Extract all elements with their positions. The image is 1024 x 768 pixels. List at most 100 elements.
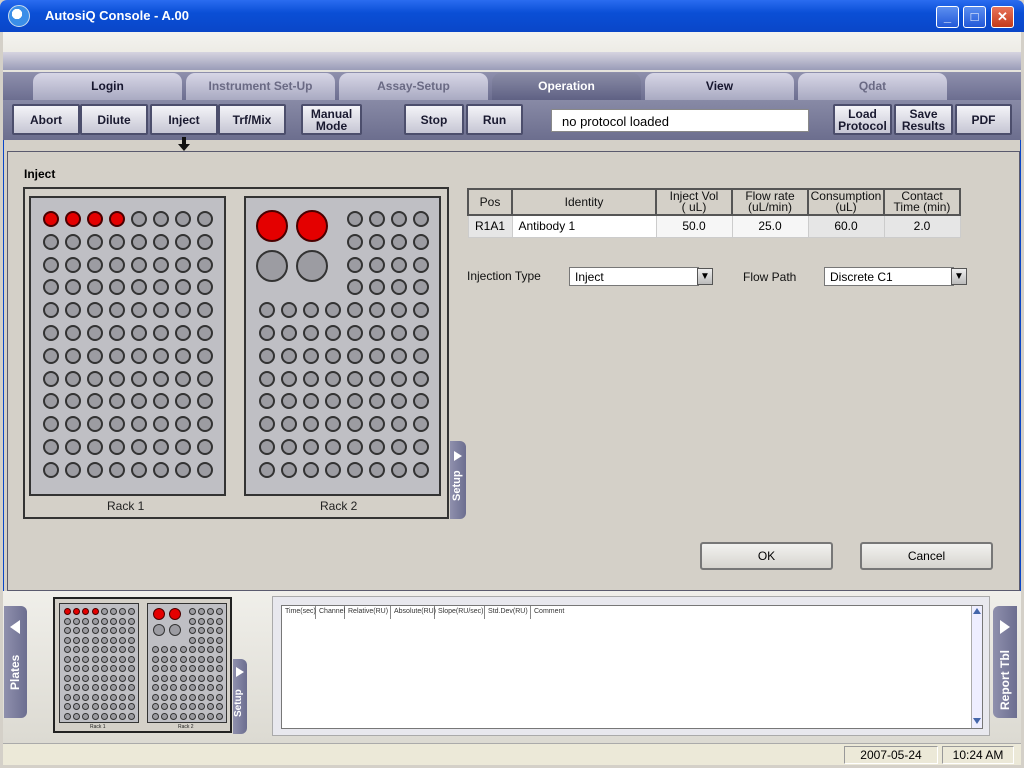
injection-type-dropdown-icon[interactable]: ▼	[697, 268, 713, 285]
rack-1-well[interactable]	[109, 211, 125, 227]
rack-1-well[interactable]	[153, 325, 169, 341]
rack-1-well[interactable]	[197, 416, 213, 433]
rack-2-well[interactable]	[347, 461, 363, 478]
rack-2-well[interactable]	[347, 211, 363, 227]
run-button[interactable]: Run	[466, 104, 523, 135]
rack-1-well[interactable]	[87, 211, 103, 227]
rack-2-well[interactable]	[369, 233, 385, 250]
tab-instrument-setup[interactable]: Instrument Set-Up	[186, 73, 335, 100]
rack-1-well[interactable]	[131, 211, 147, 227]
rack-2-well[interactable]	[303, 325, 319, 341]
rack-2-well[interactable]	[281, 393, 297, 410]
rack-1-well[interactable]	[65, 416, 81, 433]
rack-2-well[interactable]	[391, 325, 407, 341]
rack-1-well[interactable]	[109, 461, 125, 478]
rack-1-well[interactable]	[175, 279, 191, 296]
rack-1-well[interactable]	[65, 325, 81, 341]
rack-1-well[interactable]	[109, 416, 125, 433]
rack-1[interactable]	[29, 196, 226, 496]
rack-2-well[interactable]	[325, 370, 341, 387]
cell-identity[interactable]: Antibody 1	[511, 214, 657, 238]
rack-1-well[interactable]	[153, 439, 169, 455]
rack-1-well[interactable]	[197, 461, 213, 478]
rack-2-well[interactable]	[303, 302, 319, 319]
rack-2-well[interactable]	[303, 370, 319, 387]
rack-2-well[interactable]	[413, 256, 429, 273]
rack-1-well[interactable]	[153, 461, 169, 478]
rack-2-large-vial[interactable]	[296, 210, 328, 242]
rack-2-well[interactable]	[369, 461, 385, 478]
rack-1-well[interactable]	[43, 256, 59, 273]
rack-2-well[interactable]	[281, 461, 297, 478]
injection-type-select[interactable]: Inject	[569, 267, 699, 286]
rack-1-well[interactable]	[65, 461, 81, 478]
rack-1-well[interactable]	[87, 302, 103, 319]
tab-operation[interactable]: Operation	[492, 73, 641, 100]
trf-mix-button[interactable]: Trf/Mix	[218, 104, 286, 135]
load-protocol-button[interactable]: Load Protocol	[833, 104, 892, 135]
rack-1-well[interactable]	[43, 279, 59, 296]
rack-1-well[interactable]	[109, 279, 125, 296]
rack-2-well[interactable]	[281, 416, 297, 433]
rack-1-well[interactable]	[87, 393, 103, 410]
rack-1-well[interactable]	[153, 211, 169, 227]
rack-1-well[interactable]	[131, 325, 147, 341]
rack-2-large-vial[interactable]	[296, 250, 328, 282]
rack-1-well[interactable]	[109, 325, 125, 341]
rack-1-well[interactable]	[43, 211, 59, 227]
rack-1-well[interactable]	[175, 211, 191, 227]
rack-2-well[interactable]	[369, 416, 385, 433]
rack-1-well[interactable]	[153, 416, 169, 433]
rack-1-well[interactable]	[65, 279, 81, 296]
tab-qdat[interactable]: Qdat	[798, 73, 947, 100]
rack-2-well[interactable]	[413, 302, 429, 319]
rack-1-well[interactable]	[175, 393, 191, 410]
rack-2-well[interactable]	[391, 279, 407, 296]
rack-1-well[interactable]	[153, 279, 169, 296]
rack-2-well[interactable]	[259, 347, 275, 364]
rack-2-well[interactable]	[413, 416, 429, 433]
rack-2-well[interactable]	[391, 211, 407, 227]
rack-2-well[interactable]	[369, 370, 385, 387]
close-button[interactable]: ✕	[991, 6, 1014, 28]
rack-2-well[interactable]	[391, 302, 407, 319]
rack-1-well[interactable]	[131, 416, 147, 433]
rack-2-well[interactable]	[347, 233, 363, 250]
rack-2-well[interactable]	[413, 439, 429, 455]
rack-2-well[interactable]	[325, 416, 341, 433]
rack-1-well[interactable]	[175, 302, 191, 319]
rack-1-well[interactable]	[131, 279, 147, 296]
rack-1-well[interactable]	[87, 347, 103, 364]
flow-path-select[interactable]: Discrete C1	[824, 267, 954, 286]
rack-1-well[interactable]	[197, 279, 213, 296]
report-table[interactable]	[281, 605, 983, 729]
rack-2-large-vial[interactable]	[256, 250, 288, 282]
rack-1-well[interactable]	[43, 233, 59, 250]
rack-2-well[interactable]	[413, 347, 429, 364]
rack-1-well[interactable]	[109, 233, 125, 250]
plates-side-tab[interactable]: Plates	[4, 606, 27, 718]
rack-2-well[interactable]	[347, 370, 363, 387]
table-row[interactable]: R1A1 Antibody 1 50.0 25.0 60.0 2.0	[467, 214, 961, 238]
rack-2-well[interactable]	[369, 325, 385, 341]
rack-2-well[interactable]	[369, 279, 385, 296]
rack-2-well[interactable]	[259, 461, 275, 478]
rack-2-well[interactable]	[347, 302, 363, 319]
rack-2-well[interactable]	[413, 370, 429, 387]
rack-1-well[interactable]	[87, 416, 103, 433]
ok-button[interactable]: OK	[700, 542, 833, 570]
rack-2-well[interactable]	[325, 302, 341, 319]
flow-path-dropdown-icon[interactable]: ▼	[951, 268, 967, 285]
rack-1-well[interactable]	[197, 370, 213, 387]
rack-2-well[interactable]	[303, 461, 319, 478]
rack-2-well[interactable]	[281, 302, 297, 319]
cell-flow-rate[interactable]: 25.0	[731, 214, 809, 238]
rack-2-well[interactable]	[369, 393, 385, 410]
rack-1-well[interactable]	[153, 393, 169, 410]
rack-2-well[interactable]	[369, 256, 385, 273]
rack-1-well[interactable]	[43, 370, 59, 387]
rack-2-well[interactable]	[413, 211, 429, 227]
tab-login[interactable]: Login	[33, 73, 182, 100]
rack-1-well[interactable]	[131, 302, 147, 319]
rack-2-well[interactable]	[347, 439, 363, 455]
